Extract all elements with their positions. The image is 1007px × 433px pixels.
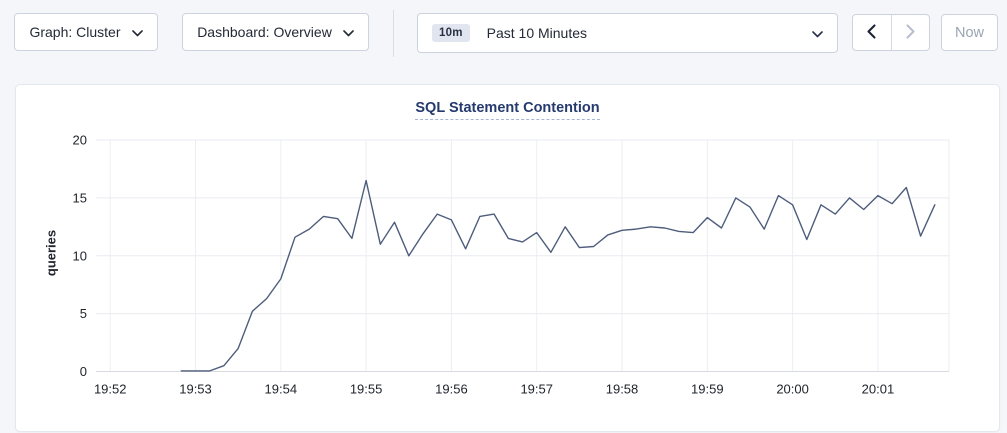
time-range-label: Past 10 Minutes <box>487 25 587 41</box>
chart-card: SQL Statement Contention queries 19:5219… <box>15 84 1000 432</box>
svg-text:19:59: 19:59 <box>691 382 724 397</box>
svg-text:20:00: 20:00 <box>776 382 809 397</box>
chevron-down-icon <box>132 24 143 40</box>
chevron-down-icon <box>812 25 823 41</box>
time-step-button-group <box>852 14 930 51</box>
svg-text:19:55: 19:55 <box>350 382 383 397</box>
svg-text:19:58: 19:58 <box>606 382 639 397</box>
now-button[interactable]: Now <box>941 14 998 51</box>
svg-text:19:54: 19:54 <box>265 382 298 397</box>
svg-text:10: 10 <box>73 248 87 263</box>
svg-text:19:56: 19:56 <box>435 382 468 397</box>
chevron-right-icon <box>906 24 915 42</box>
time-forward-button[interactable] <box>892 15 930 50</box>
time-range-select[interactable]: 10m Past 10 Minutes <box>417 13 838 53</box>
time-range-badge: 10m <box>432 24 470 42</box>
dashboard-selector-label: Dashboard: Overview <box>197 24 332 40</box>
chevron-left-icon <box>867 24 876 42</box>
svg-text:5: 5 <box>80 306 87 321</box>
svg-text:20: 20 <box>73 133 87 148</box>
toolbar: Graph: Cluster Dashboard: Overview 10m P… <box>0 0 1007 70</box>
graph-selector-dropdown[interactable]: Graph: Cluster <box>14 13 158 51</box>
chevron-down-icon <box>343 24 354 40</box>
svg-text:19:53: 19:53 <box>179 382 212 397</box>
graph-selector-label: Graph: Cluster <box>29 24 120 40</box>
dashboard-selector-dropdown[interactable]: Dashboard: Overview <box>182 13 369 51</box>
svg-text:19:52: 19:52 <box>94 382 127 397</box>
now-button-label: Now <box>955 25 984 41</box>
svg-text:20:01: 20:01 <box>862 382 895 397</box>
svg-text:15: 15 <box>73 190 87 205</box>
svg-text:0: 0 <box>80 364 87 379</box>
toolbar-divider <box>393 10 394 57</box>
svg-text:19:57: 19:57 <box>520 382 553 397</box>
time-back-button[interactable] <box>853 15 892 50</box>
contention-chart[interactable]: 19:52 19:53 19:54 19:55 19:56 19:57 19:58 19:59… <box>16 85 1001 433</box>
